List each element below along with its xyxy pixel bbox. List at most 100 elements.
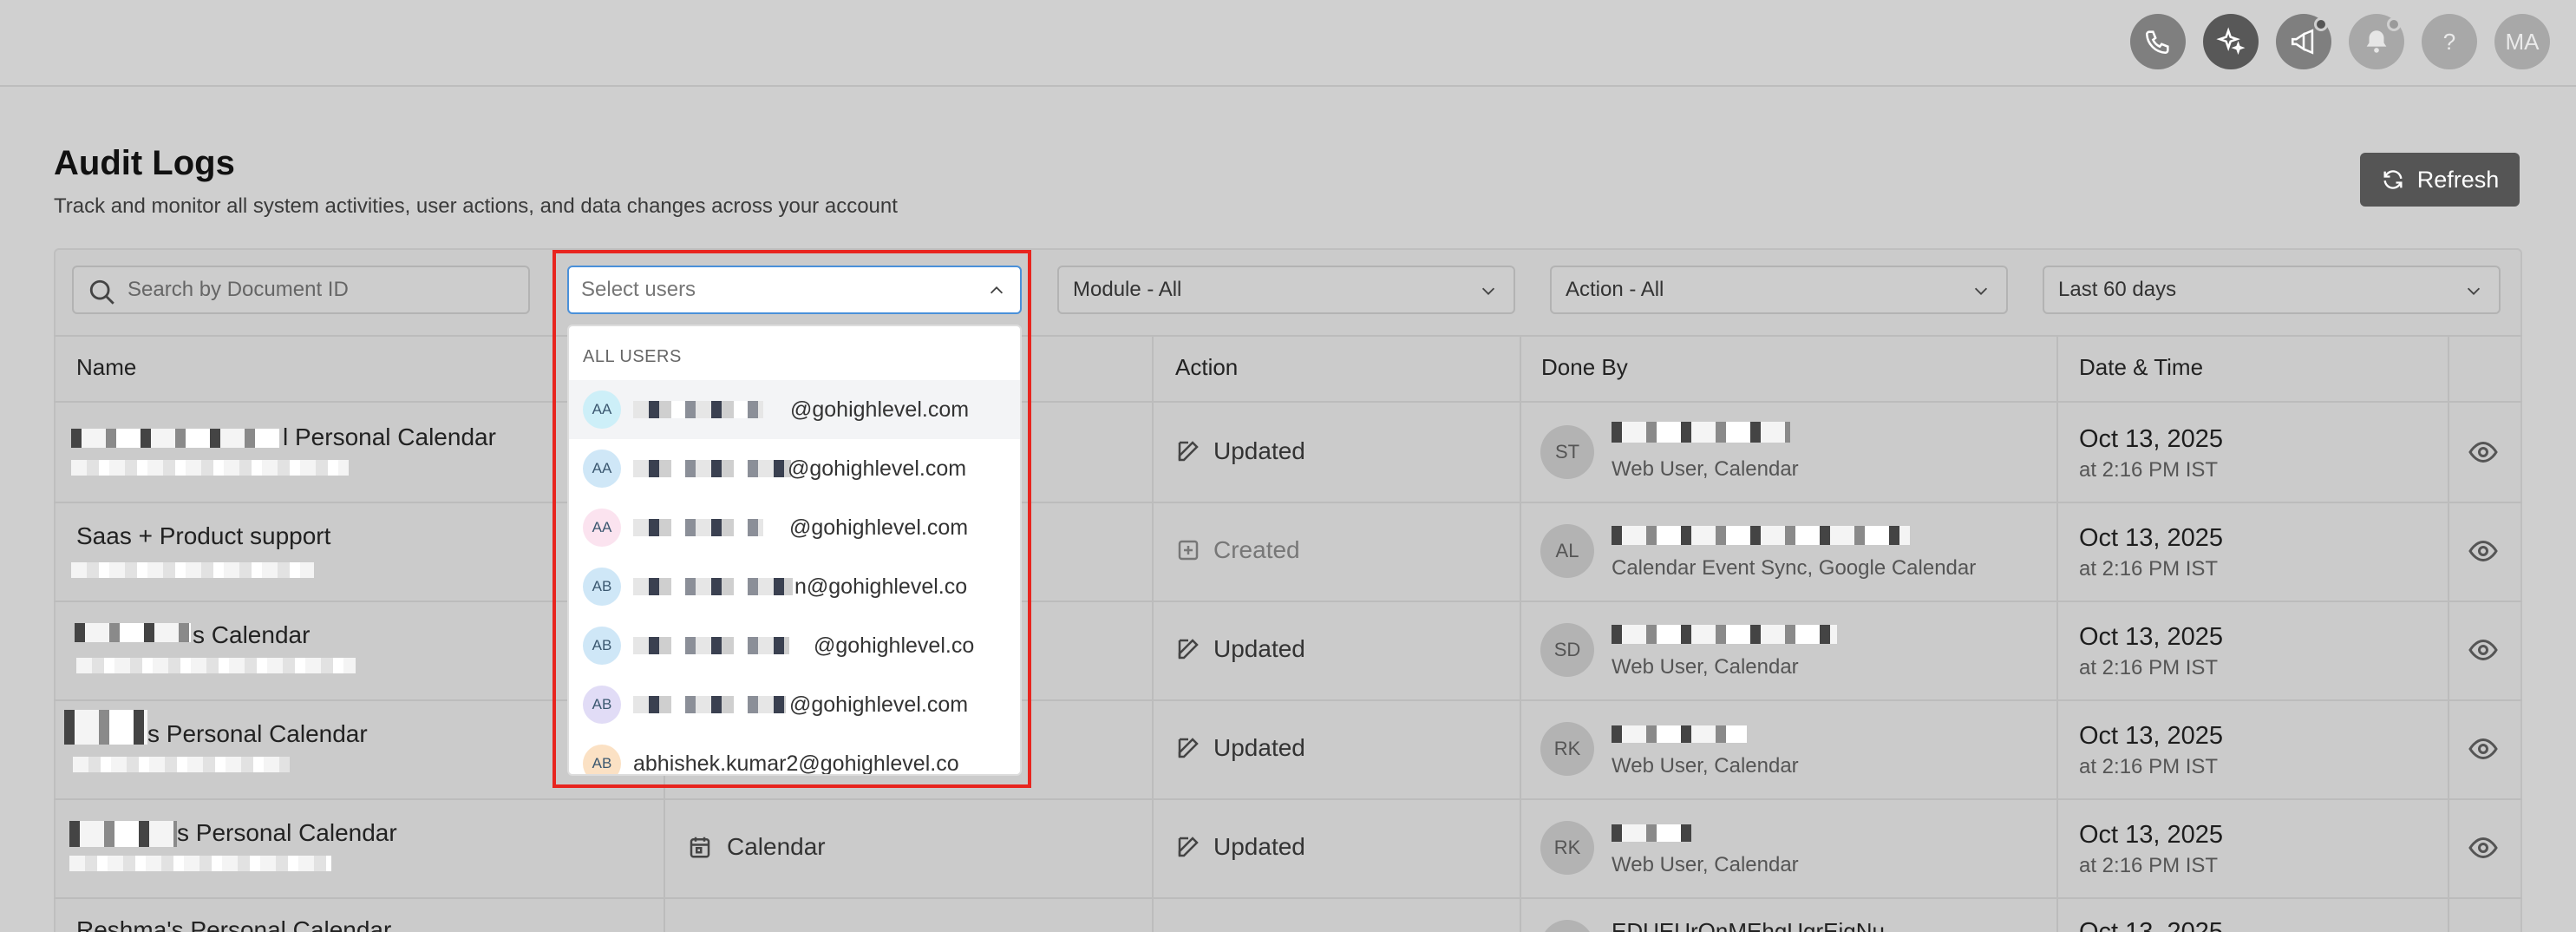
done-by-source: Web User, Calendar — [1612, 853, 1799, 876]
page-title: Audit Logs — [54, 144, 235, 182]
search-input[interactable]: Search by Document ID — [72, 266, 530, 314]
redacted-text — [69, 856, 331, 871]
user-avatar: AB — [583, 745, 621, 774]
avatar: AL — [1540, 524, 1594, 578]
table-divider — [54, 798, 2522, 800]
plus-square-icon — [1178, 540, 1199, 561]
redacted-text — [1612, 422, 1790, 443]
chevron-down-icon — [2467, 287, 2481, 295]
user-option[interactable]: AA @gohighlevel.com — [569, 380, 1020, 439]
eye-icon[interactable] — [2468, 634, 2499, 666]
user-option[interactable]: AB abhishek.kumar2@gohighlevel.co — [569, 734, 1020, 776]
search-icon — [89, 279, 114, 305]
action-cell: Created — [1175, 536, 1300, 564]
top-bar: ? MA — [0, 0, 2576, 87]
user-email: n@gohighlevel.co — [794, 574, 968, 599]
time: at 2:16 PM IST — [2079, 755, 2219, 778]
user-option[interactable]: AB @gohighlevel.co — [569, 616, 1020, 675]
redacted-text — [71, 460, 349, 476]
calendar-icon — [690, 837, 710, 858]
user-email: @gohighlevel.co — [814, 633, 975, 658]
avatar: RK — [1540, 821, 1594, 875]
chevron-down-icon — [1974, 287, 1988, 295]
time: at 2:16 PM IST — [2079, 458, 2219, 482]
done-by-source: Web User, Calendar — [1612, 754, 1799, 778]
redacted-text — [71, 562, 314, 578]
row-name: s Personal Calendar — [147, 720, 368, 747]
refresh-button[interactable]: Refresh — [2360, 153, 2520, 207]
time: at 2:16 PM IST — [2079, 557, 2219, 581]
column-divider — [2448, 335, 2449, 932]
user-avatar: AA — [583, 391, 621, 429]
user-avatar: AB — [583, 686, 621, 724]
table-divider — [54, 699, 2522, 701]
sparkle-icon[interactable] — [2203, 14, 2259, 69]
row-name: s Personal Calendar — [177, 819, 397, 846]
time: at 2:16 PM IST — [2079, 854, 2219, 877]
redacted-text — [1612, 625, 1837, 644]
redacted-text — [71, 429, 279, 448]
redacted-text — [75, 623, 191, 642]
done-by-source: Web User, Calendar — [1612, 457, 1799, 481]
page-subtitle: Track and monitor all system activities,… — [54, 194, 898, 218]
redacted-text — [633, 401, 763, 418]
eye-icon[interactable] — [2468, 733, 2499, 765]
user-option[interactable]: AB @gohighlevel.com — [569, 675, 1020, 734]
user-avatar: AA — [583, 450, 621, 488]
table-divider — [54, 897, 2522, 899]
user-option[interactable]: AB n@gohighlevel.co — [569, 557, 1020, 616]
row-name: s Calendar — [193, 621, 311, 648]
done-by-source: Calendar Event Sync, Google Calendar — [1612, 556, 1977, 580]
avatar: ST — [1540, 425, 1594, 479]
user-option[interactable]: AA @gohighlevel.com — [569, 439, 1020, 498]
notification-dot — [2314, 17, 2328, 31]
date: Oct 13, 2025 — [2079, 425, 2224, 453]
table-divider — [54, 335, 2522, 337]
avatar: SD — [1540, 623, 1594, 677]
edit-icon — [1178, 441, 1199, 462]
eye-icon[interactable] — [2468, 535, 2499, 567]
module-filter[interactable]: Module - All — [1057, 266, 1515, 314]
table-divider — [54, 502, 2522, 503]
redacted-text — [1612, 824, 1691, 842]
done-by-source: Web User, Calendar — [1612, 655, 1799, 679]
edit-icon — [1178, 738, 1199, 758]
edit-icon — [1178, 639, 1199, 660]
redacted-text — [633, 578, 793, 595]
user-avatar: AB — [583, 568, 621, 606]
users-select[interactable]: Select users — [567, 266, 1022, 314]
action-cell: Updated — [1175, 734, 1305, 762]
column-header-done-by[interactable]: Done By — [1541, 354, 1628, 381]
user-option[interactable]: AA @gohighlevel.com — [569, 498, 1020, 557]
phone-icon[interactable] — [2130, 14, 2186, 69]
action-filter[interactable]: Action - All — [1550, 266, 2008, 314]
user-email: @gohighlevel.com — [788, 456, 967, 481]
user-email: @gohighlevel.com — [790, 397, 970, 422]
user-email: @gohighlevel.com — [789, 692, 969, 717]
date-range-filter[interactable]: Last 60 days — [2043, 266, 2501, 314]
action-cell: Updated — [1175, 437, 1305, 465]
row-name: Saas + Product support — [76, 522, 331, 549]
help-icon[interactable]: ? — [2422, 14, 2477, 69]
time: at 2:16 PM IST — [2079, 656, 2219, 679]
megaphone-icon[interactable] — [2276, 14, 2331, 69]
column-divider — [2056, 335, 2058, 932]
redacted-text — [633, 519, 763, 536]
eye-icon[interactable] — [2468, 436, 2499, 468]
redacted-text — [76, 658, 356, 673]
redacted-text — [1612, 526, 1910, 545]
done-by-name: EDUEUrOnMEhgUgrEigNu — [1612, 918, 1885, 932]
column-header-name[interactable]: Name — [76, 354, 136, 381]
bell-icon[interactable] — [2349, 14, 2404, 69]
column-header-date-time[interactable]: Date & Time — [2079, 354, 2203, 381]
user-avatar: AB — [583, 627, 621, 665]
user-avatar[interactable]: MA — [2494, 14, 2550, 69]
redacted-text — [64, 710, 147, 745]
redacted-text — [1612, 725, 1747, 743]
user-email: abhishek.kumar2@gohighlevel.co — [633, 751, 959, 776]
action-cell: Updated — [1175, 833, 1305, 861]
column-header-action[interactable]: Action — [1175, 354, 1238, 381]
module-cell: Calendar — [687, 833, 826, 861]
date: Oct 13, 2025 — [2079, 623, 2224, 651]
eye-icon[interactable] — [2468, 832, 2499, 863]
